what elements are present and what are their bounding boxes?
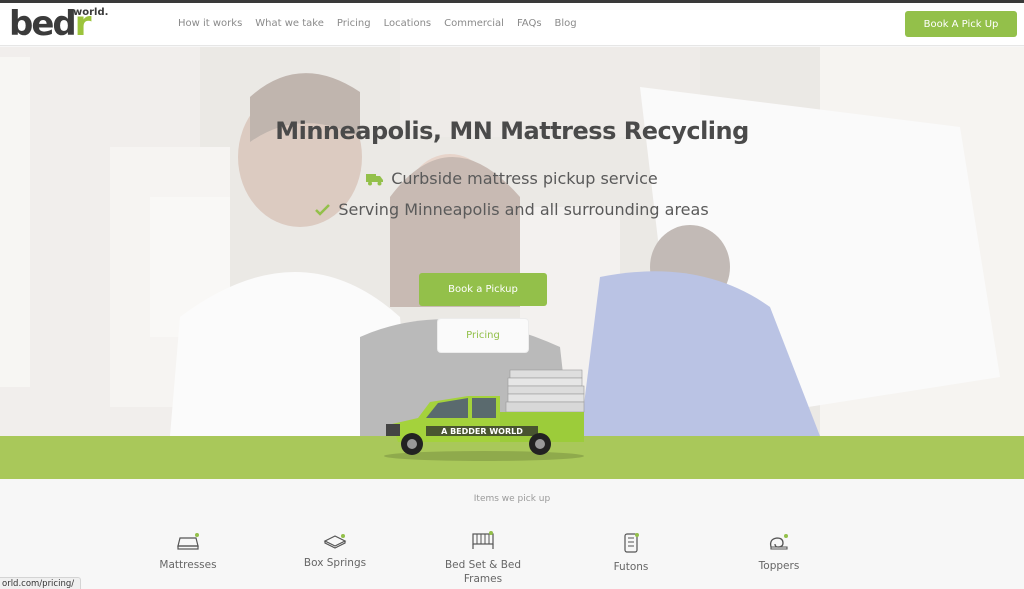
pickup-truck-image: A BEDDER WORLD <box>384 369 585 461</box>
hero-title: Minneapolis, MN Mattress Recycling <box>275 117 749 145</box>
nav-pricing[interactable]: Pricing <box>337 18 371 29</box>
truck-brand-text: A BEDDER WORLD <box>441 427 523 436</box>
item-bed-frames[interactable]: Bed Set & Bed Frames <box>433 530 533 586</box>
nav-faqs[interactable]: FAQs <box>517 18 542 29</box>
nav-commercial[interactable]: Commercial <box>444 18 504 29</box>
hero-feature-pickup: Curbside mattress pickup service <box>0 169 1024 188</box>
nav-blog[interactable]: Blog <box>555 18 577 29</box>
item-label: Futons <box>613 561 649 573</box>
hero-feature-area-text: Serving Minneapolis and all surrounding … <box>338 200 709 219</box>
site-header: bedr world. How it works What we take Pr… <box>0 3 1024 46</box>
book-pickup-button[interactable]: Book a Pickup <box>419 273 547 306</box>
site-logo[interactable]: bedr world. <box>9 4 109 44</box>
box-spring-icon <box>323 534 347 549</box>
item-label: Mattresses <box>159 559 217 571</box>
truck-icon <box>366 173 384 185</box>
item-futons[interactable]: Futons <box>581 532 681 574</box>
item-label: Toppers <box>758 560 800 572</box>
item-mattresses[interactable]: Mattresses <box>138 532 238 572</box>
item-box-springs[interactable]: Box Springs <box>285 532 385 570</box>
hero-feature-pickup-text: Curbside mattress pickup service <box>391 169 658 188</box>
nav-locations[interactable]: Locations <box>384 18 432 29</box>
checkmark-icon <box>315 204 331 216</box>
logo-subtext: world. <box>73 7 109 18</box>
item-label: Bed Set & Bed Frames <box>444 559 522 585</box>
item-toppers[interactable]: Toppers <box>729 533 829 573</box>
topper-icon <box>769 534 788 550</box>
nav-how-it-works[interactable]: How it works <box>178 18 242 29</box>
main-nav: How it works What we take Pricing Locati… <box>178 18 590 29</box>
futon-icon <box>624 533 639 553</box>
item-label: Box Springs <box>303 557 367 569</box>
nav-what-we-take[interactable]: What we take <box>255 18 324 29</box>
bed-frame-icon <box>472 531 494 549</box>
mattress-icon <box>177 533 199 550</box>
pricing-button[interactable]: Pricing <box>438 319 528 352</box>
items-section-title: Items we pick up <box>473 494 551 504</box>
hero-feature-area: Serving Minneapolis and all surrounding … <box>0 200 1024 219</box>
status-bar-url: orld.com/pricing/ <box>0 577 82 589</box>
book-pickup-header-button[interactable]: Book A Pick Up <box>905 11 1017 37</box>
